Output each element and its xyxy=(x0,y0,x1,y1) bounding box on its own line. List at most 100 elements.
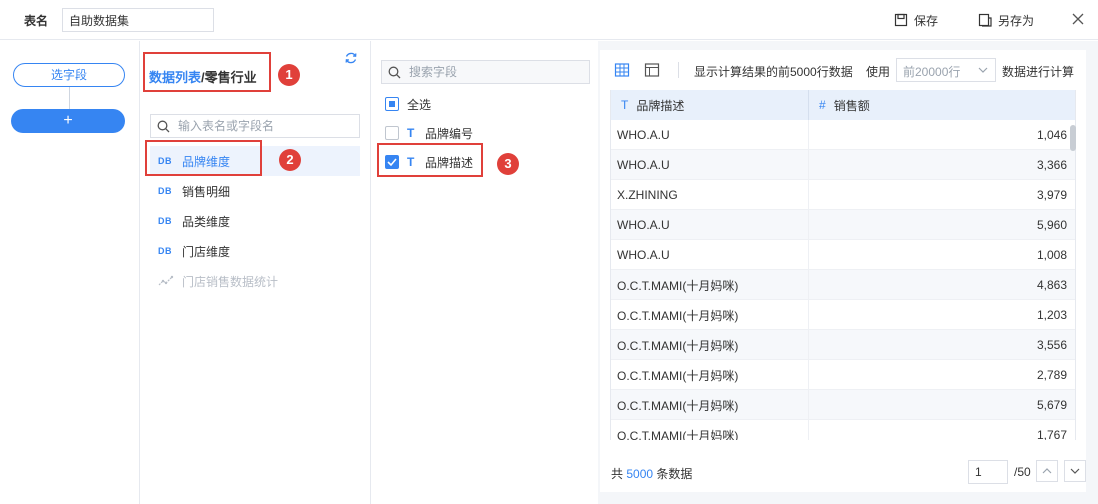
pagination-bar: 共 5000 条数据 /50 xyxy=(600,450,1086,492)
db-icon: DB xyxy=(158,186,172,196)
next-page-button[interactable] xyxy=(1064,460,1086,482)
chevron-up-icon xyxy=(1042,468,1052,474)
column-header-label: 销售额 xyxy=(833,98,870,113)
table-cell: 3,979 xyxy=(1036,188,1067,202)
column-header-sales[interactable]: # 销售额 xyxy=(809,90,1075,120)
number-type-icon: # xyxy=(819,98,826,112)
table-cell: WHO.A.U xyxy=(611,120,809,150)
vertical-scrollbar[interactable] xyxy=(1070,125,1076,151)
table-cell: 4,863 xyxy=(1036,278,1067,292)
chevron-down-icon xyxy=(1070,468,1080,474)
use-label: 使用 xyxy=(866,65,891,79)
checkbox-unchecked-icon xyxy=(385,126,399,140)
table-item-label: 销售明细 xyxy=(182,184,231,199)
total-suffix: 条数据 xyxy=(656,467,693,481)
table-list-panel: 数据列表/零售行业 DB 品牌维度 DB 销售明细 DB 品类维度 DB 门店维… xyxy=(141,41,371,504)
search-icon xyxy=(157,120,170,132)
table-item-store-sales-stats: 门店销售数据统计 xyxy=(150,266,360,296)
table-row: WHO.A.U 5,960 xyxy=(611,210,1075,240)
close-icon[interactable] xyxy=(1070,10,1086,28)
table-item-sales-detail[interactable]: DB 销售明细 xyxy=(150,176,360,206)
preview-info-text: 显示计算结果的前5000行数据 xyxy=(694,65,853,79)
column-header-label: 品牌描述 xyxy=(636,98,685,113)
table-cell: 1,046 xyxy=(1036,128,1067,142)
field-search-input[interactable] xyxy=(409,65,579,79)
table-row: WHO.A.U 1,046 xyxy=(611,120,1075,150)
table-cell: WHO.A.U xyxy=(611,240,809,270)
table-row: WHO.A.U 3,366 xyxy=(611,150,1075,180)
table-header: T 品牌描述 # 销售额 xyxy=(611,90,1075,120)
table-cell: WHO.A.U xyxy=(611,150,809,180)
table-search-box xyxy=(150,114,360,138)
step-column: 选字段 + xyxy=(0,41,140,504)
save-as-button[interactable]: 另存为 xyxy=(978,10,1034,30)
table-name-input[interactable] xyxy=(62,8,214,32)
table-row: WHO.A.U 1,008 xyxy=(611,240,1075,270)
top-bar: 表名 保存 另存为 xyxy=(0,0,1098,40)
select-fields-step-button[interactable]: 选字段 xyxy=(13,63,125,87)
save-as-icon xyxy=(978,13,992,27)
page-total: /50 xyxy=(1014,465,1031,479)
table-cell: WHO.A.U xyxy=(611,210,809,240)
table-cell: 3,556 xyxy=(1036,338,1067,352)
table-row: O.C.T.MAMI(十月妈咪) 5,679 xyxy=(611,390,1075,420)
table-row: O.C.T.MAMI(十月妈咪) 4,863 xyxy=(611,270,1075,300)
grid-view-icon[interactable] xyxy=(614,62,630,78)
table-cell: O.C.T.MAMI(十月妈咪) xyxy=(611,420,809,440)
annotation-badge-2: 2 xyxy=(279,149,301,171)
field-label: 品牌编号 xyxy=(425,126,474,141)
prev-page-button[interactable] xyxy=(1036,460,1058,482)
table-cell: 1,008 xyxy=(1036,248,1067,262)
layout-view-icon[interactable] xyxy=(644,62,660,78)
table-item-category-dimension[interactable]: DB 品类维度 xyxy=(150,206,360,236)
table-name-label: 表名 xyxy=(24,14,49,28)
save-as-label: 另存为 xyxy=(998,13,1035,28)
save-icon xyxy=(894,13,908,27)
add-step-button[interactable]: + xyxy=(11,109,125,133)
table-item-store-dimension[interactable]: DB 门店维度 xyxy=(150,236,360,266)
db-icon: DB xyxy=(158,216,172,226)
table-cell: 5,679 xyxy=(1036,398,1067,412)
table-item-label: 品类维度 xyxy=(182,214,231,229)
checkbox-partial-icon xyxy=(385,97,399,111)
toolbar-divider xyxy=(678,62,679,78)
preview-toolbar: 显示计算结果的前5000行数据 使用 前20000行 数据进行计算 xyxy=(600,50,1086,90)
search-icon xyxy=(388,66,401,78)
table-cell: 2,789 xyxy=(1036,368,1067,382)
annotation-badge-3: 3 xyxy=(497,153,519,175)
db-icon: DB xyxy=(158,246,172,256)
table-cell: 1,203 xyxy=(1036,308,1067,322)
field-item-brand-code[interactable]: T 品牌编号 xyxy=(385,123,473,143)
total-count-text: 共 5000 条数据 xyxy=(611,465,692,482)
data-preview-panel: 显示计算结果的前5000行数据 使用 前20000行 数据进行计算 T 品牌描述… xyxy=(600,50,1086,492)
table-item-label: 门店维度 xyxy=(182,244,231,259)
table-row: O.C.T.MAMI(十月妈咪) 1,767 xyxy=(611,420,1075,440)
select-all-checkbox[interactable]: 全选 xyxy=(385,94,431,114)
table-cell: 3,366 xyxy=(1036,158,1067,172)
refresh-icon[interactable] xyxy=(344,51,358,65)
annotation-badge-1: 1 xyxy=(278,64,300,86)
field-list-panel: 全选 T 品牌编号 T 品牌描述 xyxy=(372,41,598,504)
preview-table: T 品牌描述 # 销售额 WHO.A.U 1,046 WHO.A.U 3,366 X… xyxy=(610,90,1076,440)
step-connector xyxy=(69,87,70,109)
table-item-label: 门店销售数据统计 xyxy=(182,274,279,289)
table-cell: O.C.T.MAMI(十月妈咪) xyxy=(611,330,809,360)
column-header-brand-desc[interactable]: T 品牌描述 xyxy=(611,90,809,120)
text-type-icon: T xyxy=(407,126,415,140)
total-prefix: 共 xyxy=(611,467,624,481)
table-cell: X.ZHINING xyxy=(611,180,809,210)
table-row: O.C.T.MAMI(十月妈咪) 2,789 xyxy=(611,360,1075,390)
annotation-box-1 xyxy=(143,52,271,92)
page-number-input[interactable] xyxy=(968,460,1008,484)
field-search-box xyxy=(381,60,590,84)
row-limit-select[interactable]: 前20000行 xyxy=(896,58,996,82)
chevron-down-icon xyxy=(978,67,988,73)
table-row: O.C.T.MAMI(十月妈咪) 1,203 xyxy=(611,300,1075,330)
table-cell: O.C.T.MAMI(十月妈咪) xyxy=(611,270,809,300)
table-row: O.C.T.MAMI(十月妈咪) 3,556 xyxy=(611,330,1075,360)
save-button[interactable]: 保存 xyxy=(894,10,938,30)
table-search-input[interactable] xyxy=(178,119,348,133)
total-count: 5000 xyxy=(626,467,654,481)
select-all-label: 全选 xyxy=(407,97,432,112)
row-limit-value: 前20000行 xyxy=(903,65,961,79)
